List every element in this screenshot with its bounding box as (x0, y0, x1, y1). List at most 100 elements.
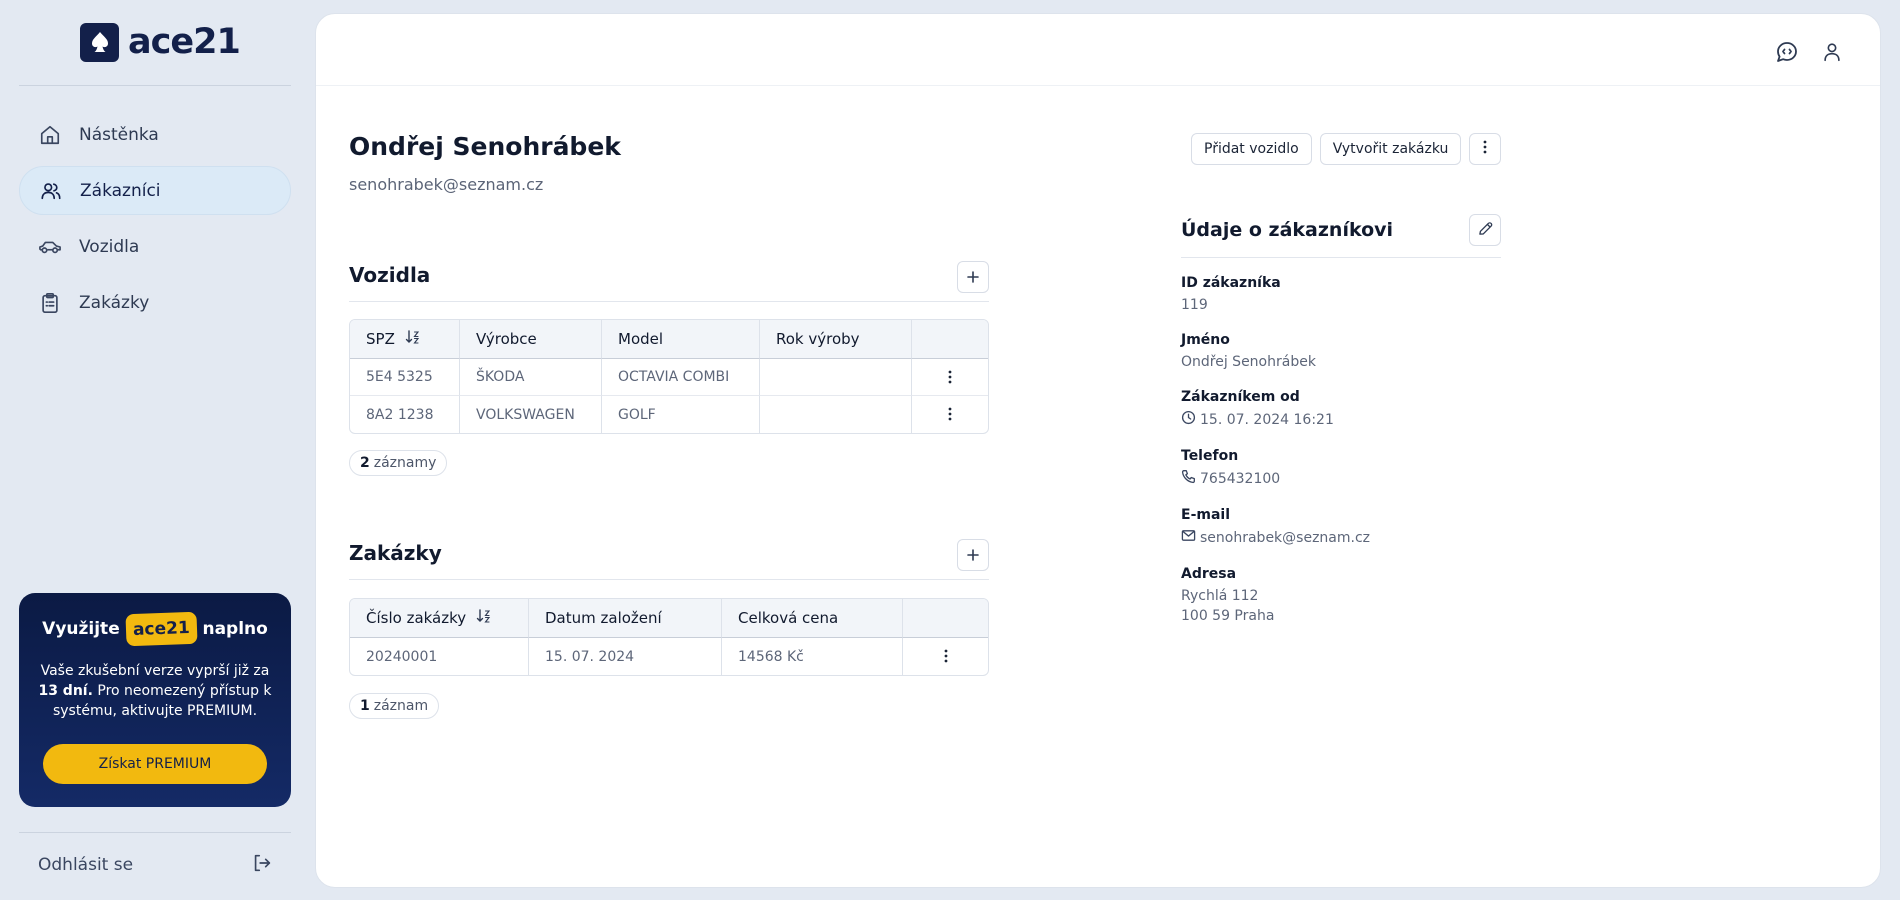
detail-title: Údaje o zákazníkovi (1181, 219, 1394, 241)
sidebar-item-label: Vozidla (79, 236, 140, 257)
car-icon (38, 235, 62, 259)
column-header-celkova-cena[interactable]: Celková cena (722, 599, 903, 638)
table-row[interactable]: 5E4 5325 ŠKODA OCTAVIA COMBI (350, 359, 988, 396)
promo-title-prefix: Využijte (42, 619, 120, 639)
promo-text-start: Vaše zkušební verze vyprší již za (40, 663, 270, 679)
field-value: 15. 07. 2024 16:21 (1200, 412, 1334, 428)
cell-datum-zalozeni: 15. 07. 2024 (529, 638, 722, 675)
field-customer-id: ID zákazníka 119 (1181, 275, 1501, 315)
cell-model: GOLF (602, 396, 760, 433)
cell-rok-vyroby (760, 396, 912, 433)
field-value: 119 (1181, 297, 1208, 313)
row-more-icon[interactable] (936, 646, 956, 666)
record-count-number: 1 (360, 698, 370, 714)
field-label: Jméno (1181, 332, 1230, 348)
cell-spz: 5E4 5325 (350, 359, 460, 396)
field-value[interactable]: 765432100 (1200, 470, 1280, 489)
users-icon (39, 179, 63, 203)
logout-label: Odhlásit se (38, 855, 134, 875)
page-actions: Přidat vozidlo Vytvořit zakázku (1191, 133, 1502, 165)
plus-icon (967, 546, 979, 565)
field-label: E-mail (1181, 507, 1231, 523)
cell-spz: 8A2 1238 (350, 396, 460, 433)
sidebar-item-label: Nástěnka (79, 124, 159, 145)
orders-table: Číslo zakázky Datum založení Celková cen… (349, 598, 989, 676)
detail-divider (1181, 257, 1501, 258)
sidebar-item-zakaznici[interactable]: Zákazníci (19, 166, 291, 215)
record-count-word: záznamy (373, 455, 437, 471)
promo-text: Vaše zkušební verze vyprší již za 13 dní… (37, 661, 273, 721)
logo-text: ace21 (128, 22, 241, 62)
orders-record-count: 1 záznam (349, 693, 440, 719)
sidebar-item-label: Zakázky (79, 292, 150, 313)
clipboard-icon (38, 291, 62, 315)
field-address: Adresa Rychlá 112 100 59 Praha (1181, 566, 1501, 626)
column-header-vyrobce[interactable]: Výrobce (460, 320, 602, 359)
address-line-1: Rychlá 112 (1181, 588, 1259, 604)
table-row[interactable]: 8A2 1238 VOLKSWAGEN GOLF (350, 396, 988, 433)
column-header-cislo-zakazky[interactable]: Číslo zakázky (350, 599, 529, 638)
column-header-spz[interactable]: SPZ (350, 320, 460, 359)
cell-celkova-cena: 14568 Kč (722, 638, 903, 675)
row-more-icon[interactable] (940, 404, 960, 424)
cell-vyrobce: ŠKODA (460, 359, 602, 396)
user-profile-icon[interactable] (1818, 38, 1846, 66)
column-header-datum-zalozeni[interactable]: Datum založení (529, 599, 722, 638)
row-actions-cell (912, 359, 988, 396)
sidebar-item-vozidla[interactable]: Vozidla (19, 222, 291, 271)
promo-title-suffix: naplno (202, 619, 268, 639)
column-header-label: SPZ (366, 329, 395, 348)
column-header-rok-vyroby[interactable]: Rok výroby (760, 320, 912, 359)
column-header-model[interactable]: Model (602, 320, 760, 359)
customer-name: Ondřej Senohrábek (349, 132, 621, 161)
cell-model: OCTAVIA COMBI (602, 359, 760, 396)
field-value[interactable]: senohrabek@seznam.cz (1200, 529, 1370, 548)
logout-button[interactable]: Odhlásit se (38, 852, 273, 878)
column-header-actions (903, 599, 988, 638)
record-count-word: záznam (373, 698, 429, 714)
promo-text-days: 13 dní. (38, 683, 93, 699)
cell-rok-vyroby (760, 359, 912, 396)
home-icon (38, 123, 62, 147)
customer-detail-panel: Údaje o zákazníkovi ID zákazníka 119 Jmé… (1181, 214, 1501, 626)
get-premium-button[interactable]: Získat PREMIUM (43, 744, 267, 784)
plus-icon (967, 268, 979, 287)
field-customer-since: Zákazníkem od 15. 07. 2024 16:21 (1181, 389, 1501, 431)
phone-icon (1181, 469, 1196, 490)
edit-customer-button[interactable] (1469, 214, 1501, 246)
section-divider (349, 301, 989, 302)
field-value-row: 15. 07. 2024 16:21 (1181, 410, 1501, 431)
field-value: Ondřej Senohrábek (1181, 354, 1316, 370)
sidebar-item-nastenka[interactable]: Nástěnka (19, 110, 291, 159)
customer-email: senohrabek@seznam.cz (349, 175, 544, 194)
sidebar-item-zakazky[interactable]: Zakázky (19, 278, 291, 327)
record-count-number: 2 (360, 455, 370, 471)
premium-promo-card: Využijte ace21 naplno Vaše zkušební verz… (19, 593, 291, 807)
topbar (316, 14, 1880, 86)
row-more-icon[interactable] (940, 367, 960, 387)
field-phone: Telefon 765432100 (1181, 448, 1501, 490)
more-actions-button[interactable] (1469, 133, 1502, 165)
add-order-plus-button[interactable] (957, 539, 989, 571)
field-value-block: Rychlá 112 100 59 Praha (1181, 587, 1501, 626)
row-actions-cell (912, 396, 988, 433)
sidebar-item-label: Zákazníci (80, 180, 161, 201)
promo-title: Využijte ace21 naplno (19, 611, 291, 647)
more-vertical-icon (1483, 140, 1487, 158)
sidebar: ace21 Nástěnka Zákazníci Vozidla Zakázky… (0, 0, 310, 900)
create-order-button[interactable]: Vytvořit zakázku (1319, 133, 1462, 165)
add-vehicle-button[interactable]: Přidat vozidlo (1191, 133, 1312, 165)
field-label: Zákazníkem od (1181, 389, 1300, 405)
table-row[interactable]: 20240001 15. 07. 2024 14568 Kč (350, 638, 988, 675)
field-label: Adresa (1181, 566, 1237, 582)
row-actions-cell (903, 638, 988, 675)
pencil-icon (1478, 221, 1493, 240)
main-content: Ondřej Senohrábek senohrabek@seznam.cz P… (315, 13, 1881, 888)
add-vehicle-plus-button[interactable] (957, 261, 989, 293)
sort-icon[interactable] (405, 330, 421, 348)
chat-help-icon[interactable] (1773, 38, 1801, 66)
clock-icon (1181, 410, 1196, 431)
logo[interactable]: ace21 (80, 22, 241, 62)
sort-icon[interactable] (476, 609, 492, 627)
vehicles-table: SPZ Výrobce Model Rok výroby 5E4 5325 ŠK… (349, 319, 989, 434)
